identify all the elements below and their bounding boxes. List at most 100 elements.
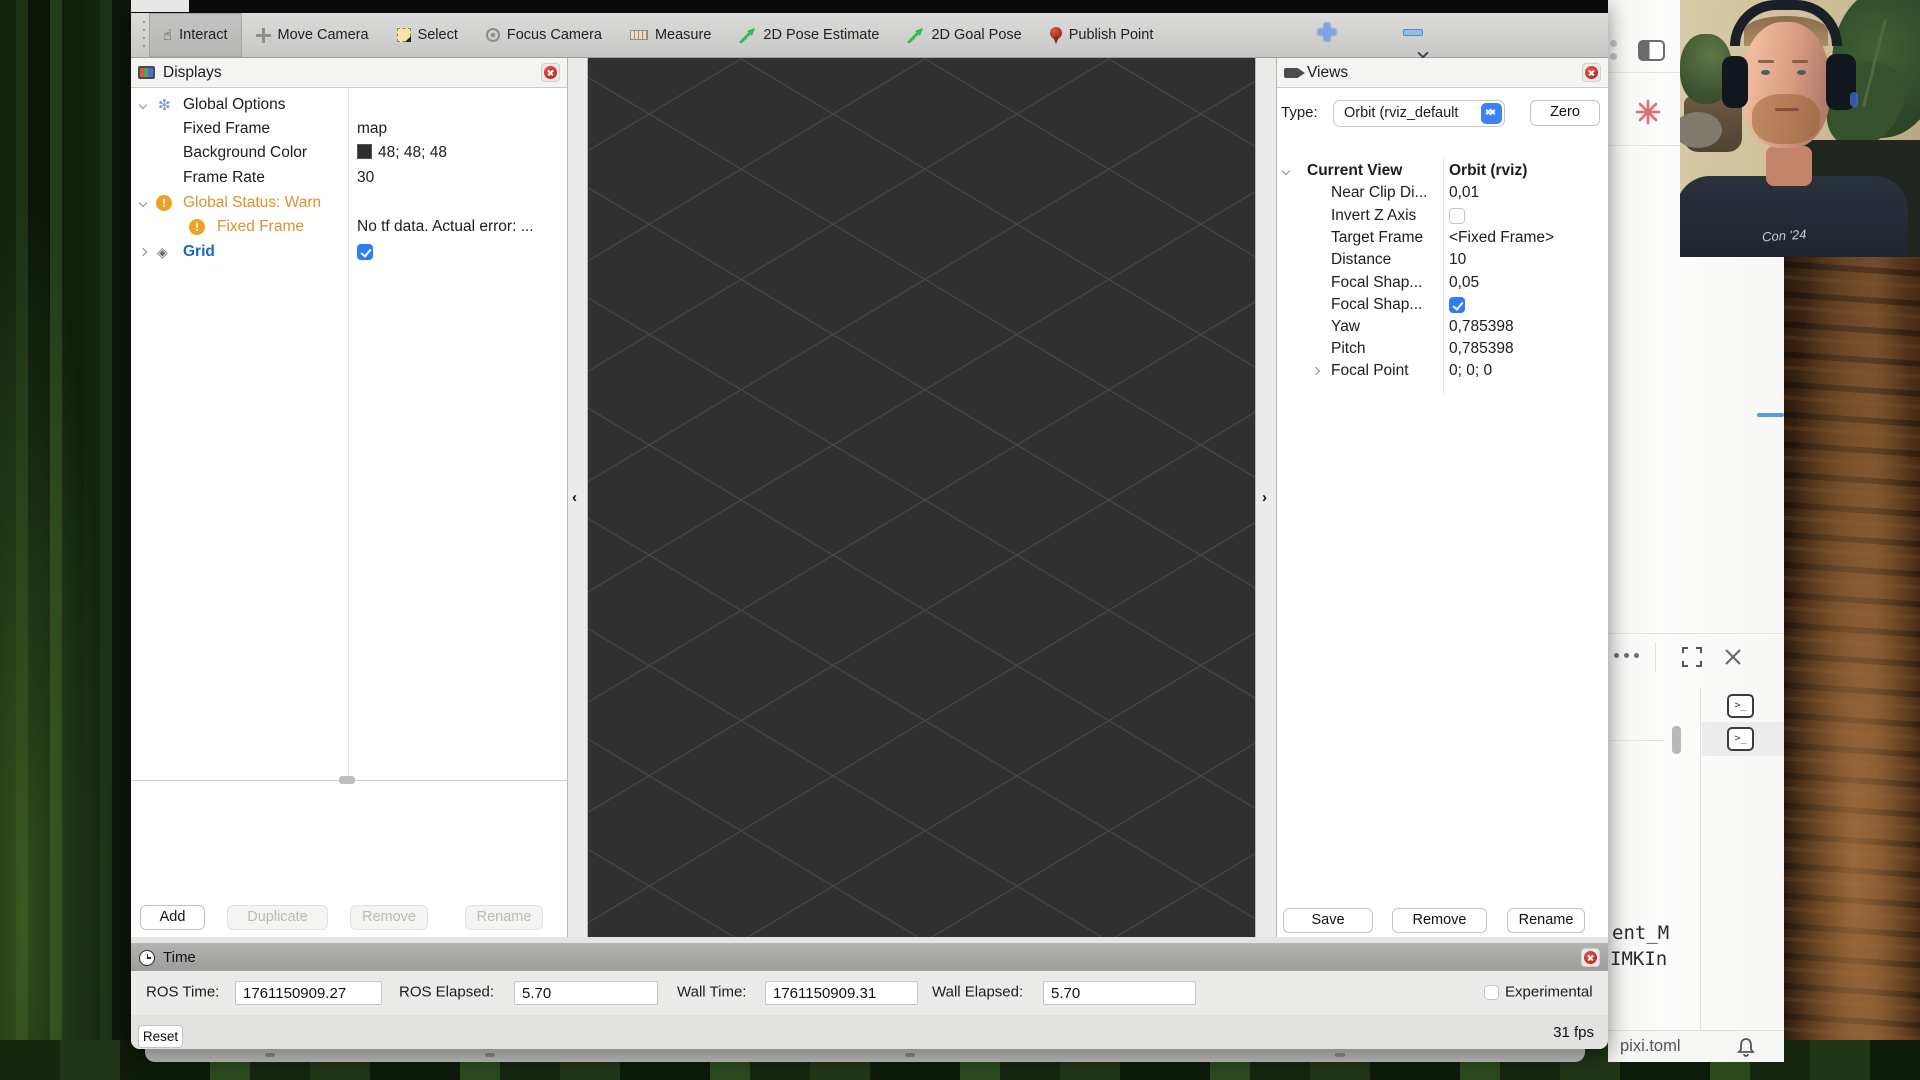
tool-interact[interactable]: ☝ Interact [149, 13, 242, 57]
chevron-down-icon[interactable] [1417, 47, 1428, 58]
rviz-bottom-bar: Reset 31 fps [131, 1015, 1608, 1049]
add-display-button[interactable]: Add [140, 905, 205, 930]
tree-row-background-color[interactable]: Background Color 48; 48; 48 [131, 142, 567, 166]
chevron-right-icon[interactable] [1312, 367, 1320, 375]
chevron-right-icon[interactable] [139, 248, 147, 256]
splitter-handle[interactable] [339, 776, 355, 784]
collapse-left-arrow[interactable]: ‹ [572, 490, 584, 506]
close-panel-button[interactable] [541, 63, 560, 82]
panel-collapse-strip-left: ‹ [568, 58, 588, 937]
tree-row-fixed-frame-warning[interactable]: ! Fixed Frame No tf data. Actual error: … [131, 216, 567, 240]
close-panel-button[interactable] [1581, 948, 1600, 967]
tree-value[interactable]: 30 [357, 169, 374, 187]
view-value[interactable]: 0; 0; 0 [1449, 362, 1492, 380]
view-row-current-view[interactable]: Current View Orbit (rviz) [1277, 161, 1608, 183]
tree-row-frame-rate[interactable]: Frame Rate 30 [131, 167, 567, 191]
tree-row-global-status[interactable]: ! Global Status: Warn [131, 192, 567, 216]
sidebar-toggle-icon[interactable] [1638, 40, 1665, 61]
views-panel-header[interactable]: Views [1277, 58, 1608, 88]
add-tool-button[interactable] [1317, 22, 1337, 42]
remove-view-button[interactable]: Remove [1392, 908, 1487, 933]
view-row-distance[interactable]: Distance 10 [1277, 250, 1608, 272]
view-row-near-clip[interactable]: Near Clip Di... 0,01 [1277, 183, 1608, 205]
remove-display-button[interactable]: Remove [350, 905, 428, 930]
expand-icon[interactable] [1680, 645, 1704, 669]
tree-row-fixed-frame[interactable]: Fixed Frame map [131, 118, 567, 142]
person-eyebrow [1758, 60, 1774, 63]
rename-view-button[interactable]: Rename [1507, 908, 1585, 933]
titlebar-notch [131, 0, 189, 12]
close-icon[interactable] [1722, 646, 1744, 668]
time-panel: Time ROS Time: ROS Elapsed: Wall Time: W… [131, 943, 1608, 1015]
rename-display-button[interactable]: Rename [465, 905, 543, 930]
tool-label: Move Camera [278, 27, 369, 43]
wall-time-input[interactable] [765, 981, 918, 1005]
tool-move-camera[interactable]: Move Camera [242, 13, 383, 57]
invert-z-checkbox[interactable] [1449, 208, 1465, 224]
bell-icon[interactable] [1734, 1035, 1758, 1059]
view-value[interactable]: 0,785398 [1449, 340, 1514, 358]
grid-enabled-checkbox[interactable] [357, 244, 373, 260]
close-panel-button[interactable] [1582, 63, 1601, 82]
collapse-right-arrow[interactable]: › [1262, 490, 1274, 506]
panel-title: Time [163, 949, 196, 966]
view-row-focal-point[interactable]: Focal Point 0; 0; 0 [1277, 361, 1608, 383]
tool-publish-point[interactable]: Publish Point [1036, 13, 1168, 57]
editor-dot [1610, 40, 1617, 47]
wall-elapsed-input[interactable] [1043, 981, 1196, 1005]
more-options-icon[interactable] [1614, 653, 1639, 658]
terminal-icon[interactable]: >_ [1727, 694, 1754, 718]
zero-button[interactable]: Zero [1530, 100, 1600, 126]
view-label: Focal Shap... [1331, 296, 1422, 314]
rviz-toolbar: ☝ Interact Move Camera Select Focus Came… [131, 13, 1608, 58]
wall-time-label: Wall Time: [677, 984, 746, 1001]
view-value[interactable]: 10 [1449, 251, 1466, 269]
view-label: Distance [1331, 251, 1391, 269]
ros-elapsed-input[interactable] [514, 981, 658, 1005]
close-icon [544, 66, 557, 79]
tool-2d-goal-pose[interactable]: 2D Goal Pose [893, 13, 1035, 57]
view-row-invert-z[interactable]: Invert Z Axis [1277, 206, 1608, 228]
tree-value[interactable]: map [357, 120, 387, 138]
ros-time-input[interactable] [235, 981, 382, 1005]
tool-2d-pose-estimate[interactable]: 2D Pose Estimate [725, 13, 893, 57]
view-row-focal-shape-size[interactable]: Focal Shap... 0,05 [1277, 273, 1608, 295]
tree-row-grid[interactable]: ◈ Grid [131, 241, 567, 265]
view-value[interactable]: 0,05 [1449, 274, 1479, 292]
tool-measure[interactable]: Measure [616, 13, 725, 57]
view-row-focal-shape-fixed[interactable]: Focal Shap... [1277, 295, 1608, 317]
remove-tool-button[interactable] [1403, 29, 1423, 36]
scrollbar-thumb[interactable] [1672, 726, 1681, 754]
terminal-icon[interactable]: >_ [1727, 727, 1754, 751]
tool-focus-camera[interactable]: Focus Camera [472, 13, 616, 57]
view-row-target-frame[interactable]: Target Frame <Fixed Frame> [1277, 228, 1608, 250]
status-filename[interactable]: pixi.toml [1620, 1037, 1681, 1056]
asterisk-icon[interactable] [1634, 98, 1662, 126]
view-value[interactable]: 0,785398 [1449, 318, 1514, 336]
view-row-pitch[interactable]: Pitch 0,785398 [1277, 339, 1608, 361]
focal-shape-checkbox[interactable] [1449, 297, 1465, 313]
chevron-down-icon[interactable] [1282, 167, 1290, 175]
tree-row-global-options[interactable]: ❇ Global Options [131, 94, 567, 118]
view-row-yaw[interactable]: Yaw 0,785398 [1277, 317, 1608, 339]
3d-viewport[interactable] [588, 58, 1255, 937]
editor-status-bar: pixi.toml [1608, 1030, 1784, 1062]
chevron-down-icon[interactable] [139, 101, 147, 109]
view-value[interactable]: 0,01 [1449, 184, 1479, 202]
view-value[interactable]: <Fixed Frame> [1449, 229, 1554, 247]
displays-panel-header[interactable]: Displays [131, 58, 567, 88]
global-options-icon: ❇ [158, 96, 171, 114]
reset-button[interactable]: Reset [138, 1025, 183, 1048]
tree-value[interactable]: 48; 48; 48 [357, 144, 447, 162]
chevron-down-icon[interactable] [139, 199, 147, 207]
view-type-dropdown[interactable]: Orbit (rviz_default [1333, 100, 1505, 127]
panel-title: Views [1307, 64, 1348, 82]
toolbar-drag-handle[interactable] [141, 21, 147, 49]
view-value: Orbit (rviz) [1449, 162, 1527, 180]
time-panel-header[interactable]: Time [131, 944, 1608, 971]
duplicate-display-button[interactable]: Duplicate [227, 905, 328, 930]
experimental-checkbox[interactable] [1484, 985, 1499, 1000]
view-label: Focal Point [1331, 362, 1409, 380]
save-view-button[interactable]: Save [1283, 908, 1373, 933]
tool-select[interactable]: Select [383, 13, 472, 57]
